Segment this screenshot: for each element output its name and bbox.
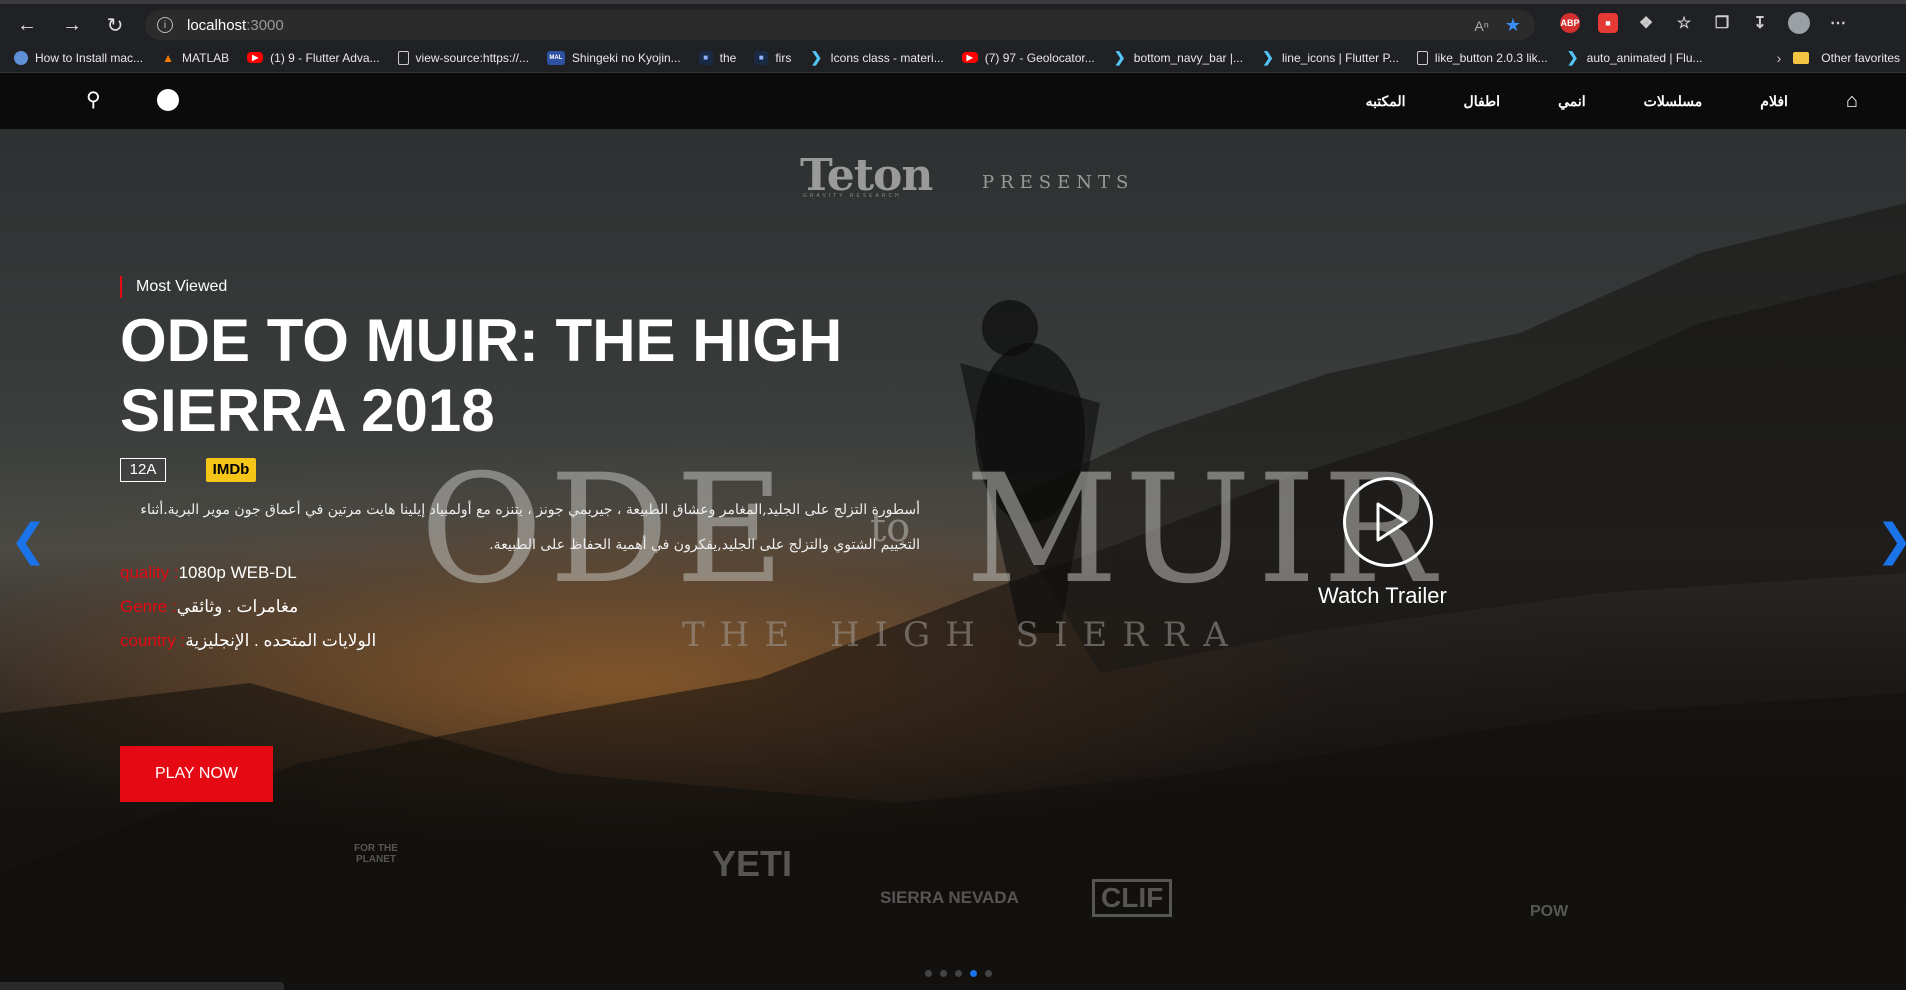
- home-icon[interactable]: ⌂: [1846, 90, 1858, 113]
- sponsor-logo-1percent: FOR THE PLANET: [354, 843, 398, 865]
- bookmark-site-icon: ■: [754, 50, 769, 65]
- carousel-dot[interactable]: [955, 970, 962, 977]
- bookmark-item[interactable]: ▶ (1) 9 - Flutter Adva...: [247, 51, 380, 65]
- bookmarks-bar: How to Install mac... ▲ MATLAB ▶ (1) 9 - F…: [0, 43, 1906, 73]
- bookmark-item[interactable]: ■ firs: [754, 50, 791, 65]
- profile-avatar[interactable]: [1788, 12, 1810, 34]
- status-bar: [0, 982, 284, 990]
- flutter-icon: ❯: [1113, 49, 1126, 65]
- nav-anime[interactable]: انمي: [1558, 93, 1586, 110]
- play-icon: [1376, 502, 1408, 542]
- watch-trailer-label[interactable]: Watch Trailer: [1318, 583, 1447, 609]
- bookmark-item[interactable]: ❯ Icons class - materi...: [809, 49, 943, 65]
- collections-icon[interactable]: ❐: [1712, 13, 1732, 33]
- country-row: country :الولايات المتحده . الإنجليزية: [120, 631, 376, 651]
- bookmark-item[interactable]: ❯ line_icons | Flutter P...: [1261, 49, 1399, 65]
- genre-row: Genre :مغامرات . وثائقي: [120, 597, 298, 617]
- carousel-next-arrow-icon[interactable]: ❯: [1876, 515, 1906, 566]
- sponsor-logo-sierra-nevada: SIERRA NEVADA: [880, 888, 1019, 907]
- favorite-star-icon[interactable]: ★: [1505, 15, 1521, 36]
- bookmark-item[interactable]: view-source:https://...: [397, 50, 529, 65]
- age-rating-badge: 12A: [120, 458, 166, 482]
- carousel-indicators: [925, 970, 992, 977]
- imdb-badge[interactable]: IMDb: [206, 458, 256, 482]
- flutter-icon: ❯: [1566, 49, 1579, 65]
- bookmark-item[interactable]: like_button 2.0.3 lik...: [1416, 50, 1548, 65]
- quality-row: quality :1080p WEB-DL: [120, 563, 297, 583]
- back-icon[interactable]: ←: [12, 12, 42, 38]
- youtube-icon: ▶: [961, 52, 978, 63]
- forward-icon[interactable]: →: [57, 12, 87, 38]
- play-now-button[interactable]: PLAY NOW: [120, 746, 273, 802]
- hero-section: ⚲ المكتبه اطفال انمي مسلسلات افلام ⌂ Tet…: [0, 73, 1906, 990]
- quality-value: 1080p WEB-DL: [178, 563, 297, 582]
- extensions-puzzle-icon[interactable]: ❖: [1636, 13, 1656, 33]
- folder-icon: [1793, 52, 1810, 64]
- watch-trailer-button[interactable]: [1343, 477, 1433, 567]
- youtube-icon: ▶: [247, 52, 264, 63]
- url-host: localhost: [187, 16, 247, 34]
- country-value: الولايات المتحده . الإنجليزية: [185, 631, 377, 650]
- bookmark-item[interactable]: ▶ (7) 97 - Geolocator...: [961, 51, 1095, 65]
- carousel-dot[interactable]: [985, 970, 992, 977]
- sponsor-logo-clif: CLIF: [1092, 879, 1173, 917]
- site-info-icon[interactable]: i: [157, 17, 173, 33]
- poster-presents: PRESENTS: [982, 172, 1135, 193]
- sponsor-logo-pow: POW: [1530, 903, 1569, 920]
- bookmark-item[interactable]: ▲ MATLAB: [161, 51, 229, 65]
- site-navbar: ⚲ المكتبه اطفال انمي مسلسلات افلام ⌂: [0, 73, 1906, 129]
- mal-icon: MAL: [546, 50, 565, 65]
- other-favorites[interactable]: Other favorites: [1821, 51, 1900, 65]
- address-bar[interactable]: i localhost:3000 Aⁿ ★: [145, 10, 1535, 40]
- flutter-icon: ❯: [1262, 49, 1274, 65]
- genre-value: مغامرات . وثائقي: [176, 597, 299, 616]
- carousel-dot-active[interactable]: [970, 970, 977, 977]
- bookmarks-overflow-chevron-icon[interactable]: ›: [1777, 50, 1782, 66]
- downloads-icon[interactable]: ↧: [1750, 13, 1770, 33]
- nav-series[interactable]: مسلسلات: [1644, 93, 1703, 110]
- flutter-icon: ❯: [810, 49, 823, 65]
- carousel-dot[interactable]: [925, 970, 932, 977]
- carousel-dot[interactable]: [940, 970, 947, 977]
- bookmark-item[interactable]: ❯ bottom_navy_bar |...: [1113, 49, 1243, 65]
- globe-icon: [14, 50, 28, 65]
- browser-toolbar: ← → ↻ i localhost:3000 Aⁿ ★ ABP ■ ❖ ☆ ❐ …: [0, 0, 1906, 43]
- movie-description: أسطورة التزلج على الجليد,المغامر وعشاق ا…: [140, 502, 920, 553]
- page-icon: [1416, 50, 1428, 65]
- nav-movies[interactable]: افلام: [1760, 93, 1788, 110]
- most-viewed-tag: Most Viewed: [120, 276, 227, 298]
- country-label: country :: [120, 631, 186, 650]
- nav-library[interactable]: المكتبه: [1366, 93, 1406, 110]
- more-menu-icon[interactable]: ⋯: [1828, 13, 1848, 33]
- search-icon[interactable]: ⚲: [86, 87, 101, 112]
- bookmark-site-icon: ■: [698, 50, 713, 65]
- bookmark-item[interactable]: ❯ auto_animated | Flu...: [1566, 49, 1703, 65]
- adblock-extension-icon[interactable]: ABP: [1560, 13, 1580, 33]
- bookmark-item[interactable]: How to Install mac...: [14, 50, 143, 65]
- sponsor-logo-yeti: YETI: [712, 843, 793, 884]
- poster-brand-subtitle: GRAVITY RESEARCH: [803, 193, 902, 199]
- genre-label: Genre :: [120, 597, 177, 616]
- favorites-icon[interactable]: ☆: [1674, 13, 1694, 33]
- poster-subtitle: THE HIGH SIERRA: [682, 615, 1243, 655]
- url-port: :3000: [246, 16, 284, 34]
- read-aloud-icon[interactable]: Aⁿ: [1474, 18, 1488, 34]
- account-icon[interactable]: [157, 89, 179, 111]
- bookmark-item[interactable]: ■ the: [698, 50, 736, 65]
- page-icon: [397, 50, 409, 65]
- bookmark-item[interactable]: MAL Shingeki no Kyojin...: [546, 50, 681, 65]
- extension-icon[interactable]: ■: [1598, 13, 1618, 33]
- matlab-icon: ▲: [162, 50, 174, 65]
- carousel-prev-arrow-icon[interactable]: ❮: [10, 515, 47, 566]
- nav-kids[interactable]: اطفال: [1464, 93, 1501, 110]
- movie-title: ODE TO MUIR: THE HIGH SIERRA 2018: [120, 307, 843, 444]
- reload-icon[interactable]: ↻: [100, 12, 130, 38]
- quality-label: quality :: [120, 563, 179, 582]
